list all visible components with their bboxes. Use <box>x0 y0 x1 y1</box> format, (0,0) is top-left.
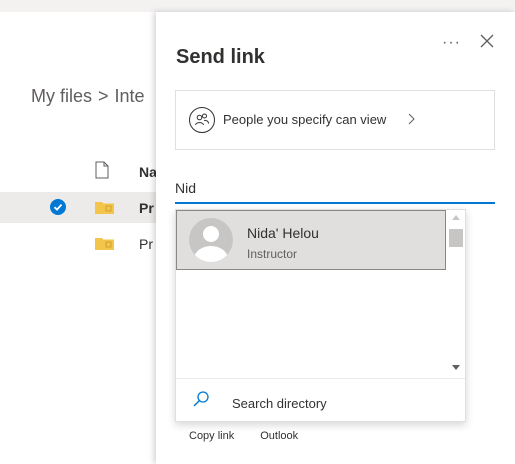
breadcrumb: My files > Inte <box>31 86 145 107</box>
breadcrumb-separator: > <box>98 86 109 106</box>
file-row[interactable]: Pr <box>0 192 170 223</box>
people-icon <box>189 107 215 133</box>
file-row[interactable]: Pr <box>0 228 170 259</box>
more-options-icon[interactable]: ··· <box>442 34 461 52</box>
selected-check-icon[interactable] <box>50 199 66 215</box>
people-suggestions-dropdown: Nida' Helou Instructor Search directory <box>175 209 466 422</box>
scroll-thumb[interactable] <box>449 229 463 247</box>
suggestion-role: Instructor <box>247 247 298 261</box>
divider <box>176 378 465 379</box>
file-type-icon <box>95 161 109 179</box>
suggestion-name: Nida' Helou <box>247 225 319 241</box>
search-directory-label: Search directory <box>232 396 327 411</box>
dropdown-scrollbar[interactable] <box>447 210 465 378</box>
permission-label: People you specify can view <box>223 112 387 127</box>
file-name[interactable]: Pr <box>139 200 154 216</box>
search-icon <box>193 391 209 407</box>
scroll-up-arrow-icon[interactable] <box>452 215 460 220</box>
shared-folder-icon <box>95 202 114 214</box>
avatar <box>189 218 233 262</box>
scroll-down-arrow-icon[interactable] <box>452 365 460 370</box>
share-options: Copy link Outlook <box>189 430 324 442</box>
copy-link-option[interactable]: Copy link <box>189 430 234 442</box>
breadcrumb-current-folder[interactable]: Inte <box>115 86 145 106</box>
close-icon[interactable] <box>478 32 496 50</box>
file-list-header: Na <box>0 156 170 187</box>
breadcrumb-my-files[interactable]: My files <box>31 86 92 106</box>
shared-folder-icon <box>95 238 114 250</box>
file-name[interactable]: Pr <box>139 236 153 252</box>
search-directory-button[interactable]: Search directory <box>176 380 465 421</box>
panel-title: Send link <box>176 46 265 68</box>
suggestion-item[interactable]: Nida' Helou Instructor <box>176 210 446 270</box>
app-top-bar <box>0 0 515 12</box>
recipient-input[interactable] <box>175 174 495 204</box>
chevron-right-icon <box>408 113 415 125</box>
column-header-name[interactable]: Na <box>139 164 157 180</box>
outlook-option[interactable]: Outlook <box>260 430 298 442</box>
link-permission-setting[interactable]: People you specify can view <box>175 90 495 150</box>
